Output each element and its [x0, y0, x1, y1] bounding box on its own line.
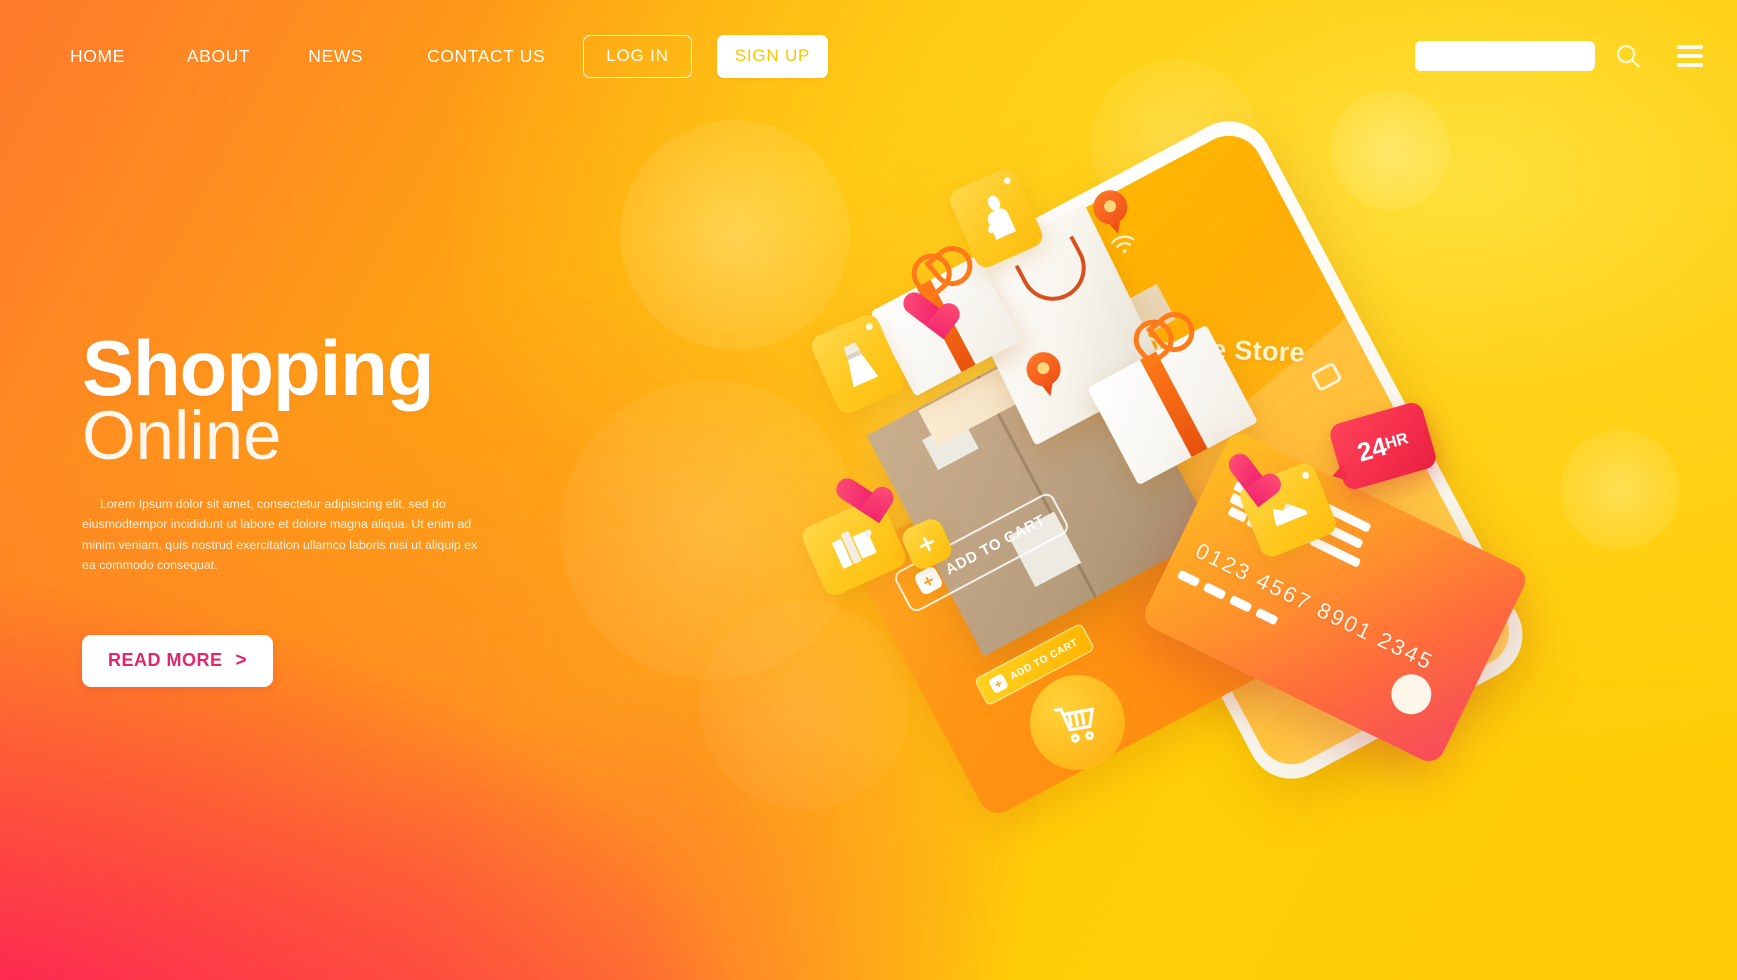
nav-link-about[interactable]: ABOUT [187, 40, 250, 73]
heart-icon [1226, 453, 1271, 496]
plus-icon: + [987, 673, 1010, 695]
badge-unit: HR [1383, 430, 1411, 453]
hero-paragraph: Lorem Ipsum dolor sit amet, consectetur … [82, 497, 478, 572]
read-more-button[interactable]: READ MORE > [82, 634, 274, 687]
nav-link-news[interactable]: NEWS [308, 40, 363, 73]
heart-icon [835, 475, 875, 513]
read-more-label: READ MORE [108, 649, 223, 670]
hero-copy: Shopping Online Lorem Ipsum dolor sit am… [82, 324, 552, 687]
search-icon[interactable] [1613, 41, 1643, 71]
page-title: Shopping [82, 324, 435, 412]
top-navigation-bar: HOME ABOUT NEWS CONTACT US LOG IN SIGN U… [0, 0, 1737, 112]
credit-card-number: 0123 4567 8901 2345 [1191, 537, 1438, 676]
nav-right-group [1415, 41, 1703, 71]
chevron-right-icon: > [235, 649, 248, 671]
search-input[interactable] [1415, 41, 1595, 71]
card-logo-circle [1384, 667, 1439, 721]
wifi-icon [1109, 232, 1139, 262]
heart-icon [903, 289, 948, 332]
shopping-illustration: ‹ Online Store › [780, 60, 1680, 920]
signup-button[interactable]: SIGN UP [716, 34, 829, 78]
plus-icon: + [912, 565, 945, 597]
nav-link-contact-us[interactable]: CONTACT US [427, 40, 545, 73]
login-button[interactable]: LOG IN [583, 34, 692, 78]
hamburger-menu-icon[interactable] [1677, 45, 1703, 67]
landing-page: HOME ABOUT NEWS CONTACT US LOG IN SIGN U… [0, 0, 1737, 980]
nav-links: HOME ABOUT NEWS CONTACT US LOG IN SIGN U… [70, 34, 829, 78]
nav-link-home[interactable]: HOME [70, 40, 125, 73]
